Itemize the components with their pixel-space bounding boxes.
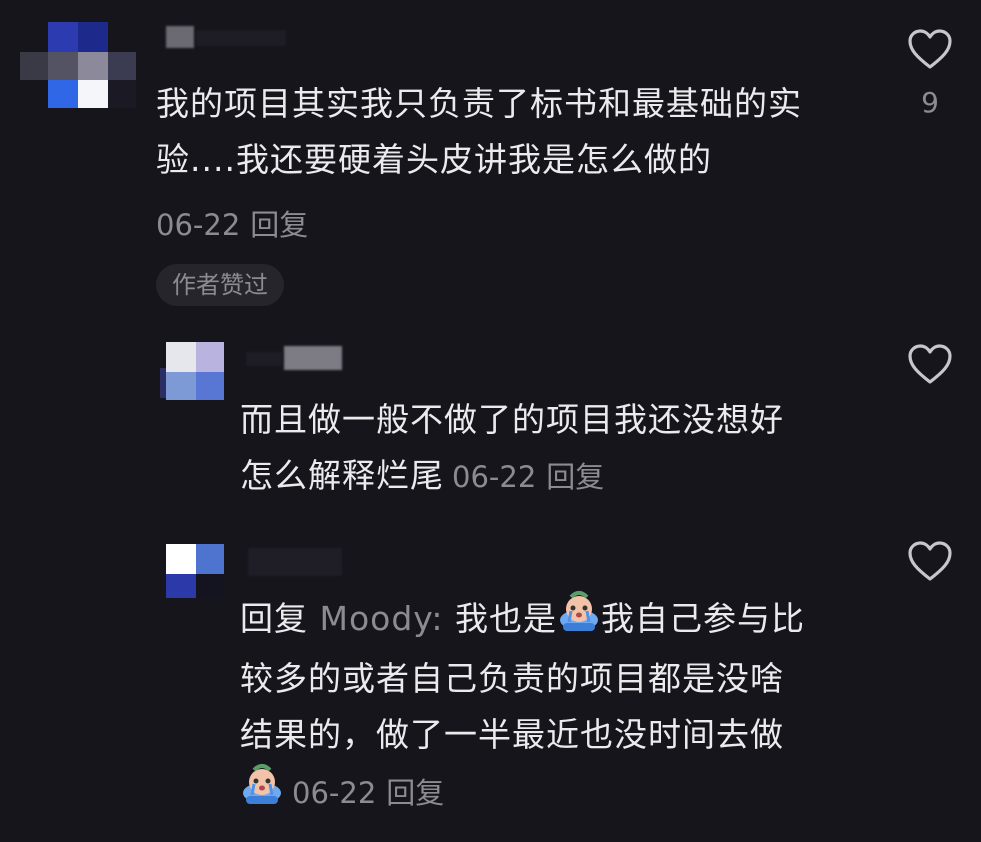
comment-2-meta: 06-22 回复 <box>452 460 604 494</box>
avatar-comment-3[interactable] <box>160 540 226 602</box>
comment-3-line-4: 06-22 回复 <box>240 763 805 824</box>
like-count: 9 <box>921 86 939 119</box>
comment-date: 06-22 <box>452 460 537 494</box>
heart-icon <box>908 344 952 384</box>
mention-moody[interactable]: Moody: <box>320 599 444 638</box>
heart-icon <box>908 29 952 69</box>
comment-1-text: 我的项目其实我只负责了标书和最基础的实 验....我还要硬着头皮讲我是怎么做的 <box>156 76 802 188</box>
reply-prefix: 回复 <box>240 599 308 638</box>
comment-3-text: 回复 Moody: 我也是 我自己参与比 较多的或者自己负责的项目都是没啥 结果… <box>240 590 805 824</box>
avatar-comment-2[interactable] <box>160 340 226 402</box>
comment-2-line-2: 怎么解释烂尾 06-22 回复 <box>240 456 605 495</box>
comment-1-meta: 06-22 回复 <box>156 202 308 244</box>
comment-3-meta: 06-22 回复 <box>292 776 444 810</box>
comment-2-text: 而且做一般不做了的项目我还没想好 怎么解释烂尾 06-22 回复 <box>240 392 784 505</box>
comment-date: 06-22 <box>156 208 241 242</box>
heart-icon <box>908 541 952 581</box>
comment-1-line-1: 我的项目其实我只负责了标书和最基础的实 <box>156 84 802 123</box>
like-button[interactable] <box>907 540 953 586</box>
comment-3-line-1: 回复 Moody: 我也是 我自己参与比 <box>240 590 805 651</box>
comment-1-line-2: 验....我还要硬着头皮讲我是怎么做的 <box>156 140 712 179</box>
like-button[interactable] <box>907 28 953 74</box>
author-liked-badge: 作者赞过 <box>156 264 284 306</box>
avatar-comment-1[interactable] <box>20 22 138 110</box>
reply-button[interactable]: 回复 <box>386 776 444 810</box>
crying-emoji <box>557 590 601 651</box>
reply-button[interactable]: 回复 <box>250 208 308 242</box>
comment-date: 06-22 <box>292 776 377 810</box>
comment-3-line-3: 结果的，做了一半最近也没时间去做 <box>240 715 784 754</box>
like-button[interactable] <box>907 343 953 389</box>
reply-button[interactable]: 回复 <box>546 460 604 494</box>
comment-3-line-2: 较多的或者自己负责的项目都是没啥 <box>240 659 784 698</box>
crying-emoji <box>240 763 284 824</box>
comment-2-line-1: 而且做一般不做了的项目我还没想好 <box>240 400 784 439</box>
